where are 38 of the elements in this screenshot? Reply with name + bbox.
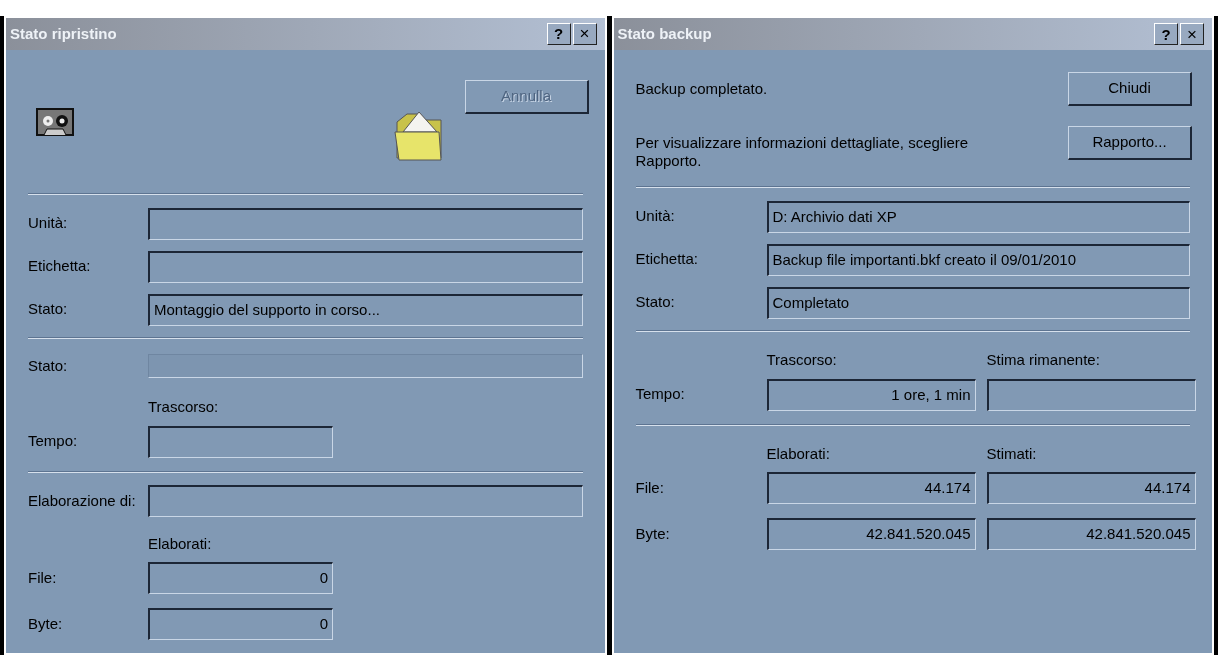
dialog-button[interactable]: Rapporto... [1068,126,1192,160]
status-message: Backup completato. [635,79,768,98]
value-field: 42.841.520.045 [766,518,976,550]
close-button[interactable]: × [1180,23,1204,45]
window-title: Stato backup [617,23,712,44]
column-heading: Trascorso: [148,397,219,417]
window-title: Stato ripristino [10,23,117,44]
status-message: Per visualizzare informazioni dettagliate, scegliere Rapporto. [635,133,970,170]
column-heading: Elaborati: [148,533,212,554]
field-label: Elaborazione di: [28,490,137,511]
column-heading: Stimati: [986,443,1037,464]
value-field: 42.841.520.045 [986,518,1196,550]
field-label: Stato: [635,292,676,313]
field-label: Byte: [28,613,64,634]
value-field: 44.174 [986,472,1196,504]
column-heading: Stima rimanente: [986,350,1100,370]
field-label: File: [635,477,665,498]
field-label: Etichetta: [635,249,700,270]
field-label: File: [28,567,58,588]
help-button[interactable]: ? [546,22,571,45]
field-label: Etichetta: [28,256,92,277]
value-field: 0 [148,562,333,594]
value-field: 1 ore, 1 min [766,378,976,411]
field-label: Byte: [635,523,671,544]
close-button[interactable]: × [572,22,597,45]
column-heading: Trascorso: [766,350,838,370]
field-label: Unità: [635,206,676,227]
field-label: Tempo: [28,431,79,452]
help-button[interactable]: ? [1154,23,1178,45]
tape-cassette-icon [36,107,74,136]
value-field: 44.174 [766,472,976,504]
field-label: Stato: [28,299,69,320]
field-label: Stato: [28,355,69,376]
field-label: Tempo: [635,384,686,405]
column-heading: Elaborati: [766,443,831,464]
value-field: 0 [148,608,333,640]
dialog-button[interactable]: Chiudi [1068,72,1192,106]
field-label: Unità: [28,213,69,234]
